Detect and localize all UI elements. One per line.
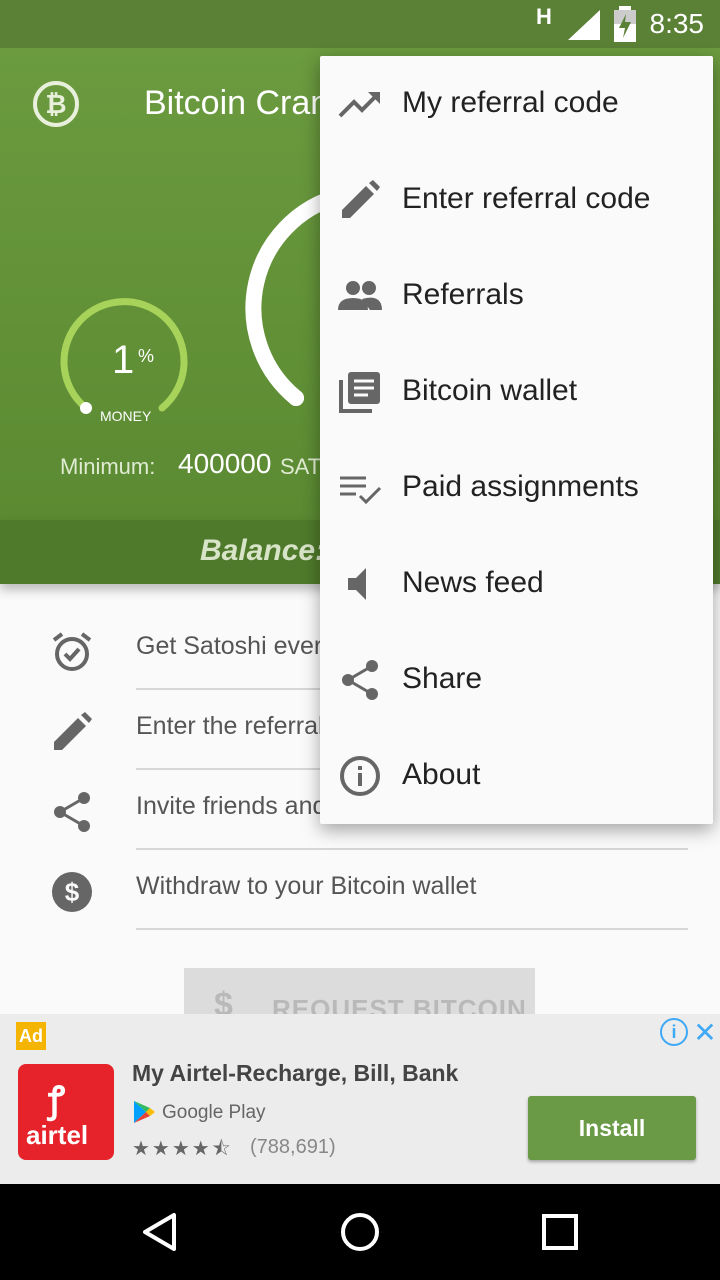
money-label: MONEY: [100, 408, 152, 424]
rating-stars: ★★★★⯪: [132, 1138, 233, 1160]
svg-text:₿: ₿: [45, 90, 66, 120]
menu-item-label: My referral code: [402, 86, 619, 119]
install-button[interactable]: Install: [528, 1096, 696, 1160]
share-icon: [342, 660, 378, 700]
menu-item-label: About: [402, 758, 481, 791]
menu-item-paid-assignments[interactable]: Paid assignments: [320, 440, 713, 536]
ad-info-icon[interactable]: i: [660, 1018, 688, 1046]
menu-item-label: Share: [402, 662, 483, 695]
google-play-icon: [134, 1101, 155, 1123]
airtel-logo: ꝭ airtel: [18, 1064, 114, 1160]
airtel-logo-text: airtel: [26, 1120, 89, 1150]
menu-item-label: Bitcoin wallet: [402, 374, 578, 407]
menu-item-label: Paid assignments: [402, 470, 639, 503]
balance-label: Balance:: [200, 534, 326, 567]
network-type: H: [536, 4, 552, 29]
minimum-value: 400000: [178, 448, 272, 479]
money-percent: 1: [112, 338, 135, 382]
dollar-circle-icon: $: [52, 872, 92, 912]
home-icon[interactable]: [340, 1212, 380, 1252]
pencil-icon: [342, 180, 380, 218]
recent-apps-icon[interactable]: [542, 1214, 578, 1250]
list-item-withdraw[interactable]: $ Withdraw to your Bitcoin wallet: [0, 850, 720, 930]
signal-icon: [568, 10, 600, 40]
review-count: (788,691): [250, 1136, 336, 1158]
share-icon: [54, 792, 90, 832]
list-item-label: Invite friends and: [136, 792, 327, 820]
menu-item-label: Enter referral code: [402, 182, 651, 215]
people-icon: [338, 281, 382, 310]
menu-item-my-referral-code[interactable]: My referral code: [320, 56, 713, 152]
status-bar: H 8:35: [0, 0, 720, 48]
svg-text:$: $: [65, 877, 80, 907]
menu-item-label: News feed: [402, 566, 544, 599]
menu-item-about[interactable]: About: [320, 728, 713, 824]
clock: 8:35: [649, 8, 705, 39]
ad-badge: Ad: [16, 1022, 46, 1050]
playlist-check-icon: [340, 476, 382, 505]
battery-icon: [614, 6, 636, 42]
trending-up-icon: [338, 92, 380, 118]
app-title: Bitcoin Crane: [144, 84, 349, 122]
menu-item-share[interactable]: Share: [320, 632, 713, 728]
ad-store: Google Play: [162, 1102, 266, 1123]
ad-banner[interactable]: Ad i ✕ ꝭ airtel My Airtel-Recharge, Bill…: [0, 1014, 720, 1184]
bitcoin-logo-icon: ₿: [33, 81, 79, 127]
minimum-unit: SAT: [280, 454, 322, 479]
menu-item-news-feed[interactable]: News feed: [320, 536, 713, 632]
list-item-label: Withdraw to your Bitcoin wallet: [136, 872, 477, 900]
alarm-check-icon: [52, 632, 92, 671]
menu-item-enter-referral-code[interactable]: Enter referral code: [320, 152, 713, 248]
money-percent-sign: %: [138, 346, 155, 366]
menu-item-bitcoin-wallet[interactable]: Bitcoin wallet: [320, 344, 713, 440]
list-item-label: Enter the referral: [136, 712, 324, 740]
ad-close-icon[interactable]: ✕: [692, 1016, 718, 1048]
menu-item-referrals[interactable]: Referrals: [320, 248, 713, 344]
airtel-swirl-icon: ꝭ: [48, 1079, 66, 1120]
info-icon: [340, 756, 380, 796]
ad-title: My Airtel-Recharge, Bill, Bank: [132, 1060, 459, 1086]
back-icon[interactable]: [140, 1212, 180, 1252]
list-item-label: Get Satoshi every: [136, 632, 335, 660]
minimum-label: Minimum:: [60, 454, 156, 479]
menu-item-label: Referrals: [402, 278, 524, 311]
pencil-icon: [54, 712, 92, 750]
navigation-bar: [0, 1184, 720, 1280]
overflow-menu: My referral code Enter referral code Ref…: [320, 56, 713, 824]
divider: [136, 928, 688, 930]
library-books-icon: [339, 372, 380, 413]
speaker-icon: [348, 568, 366, 600]
